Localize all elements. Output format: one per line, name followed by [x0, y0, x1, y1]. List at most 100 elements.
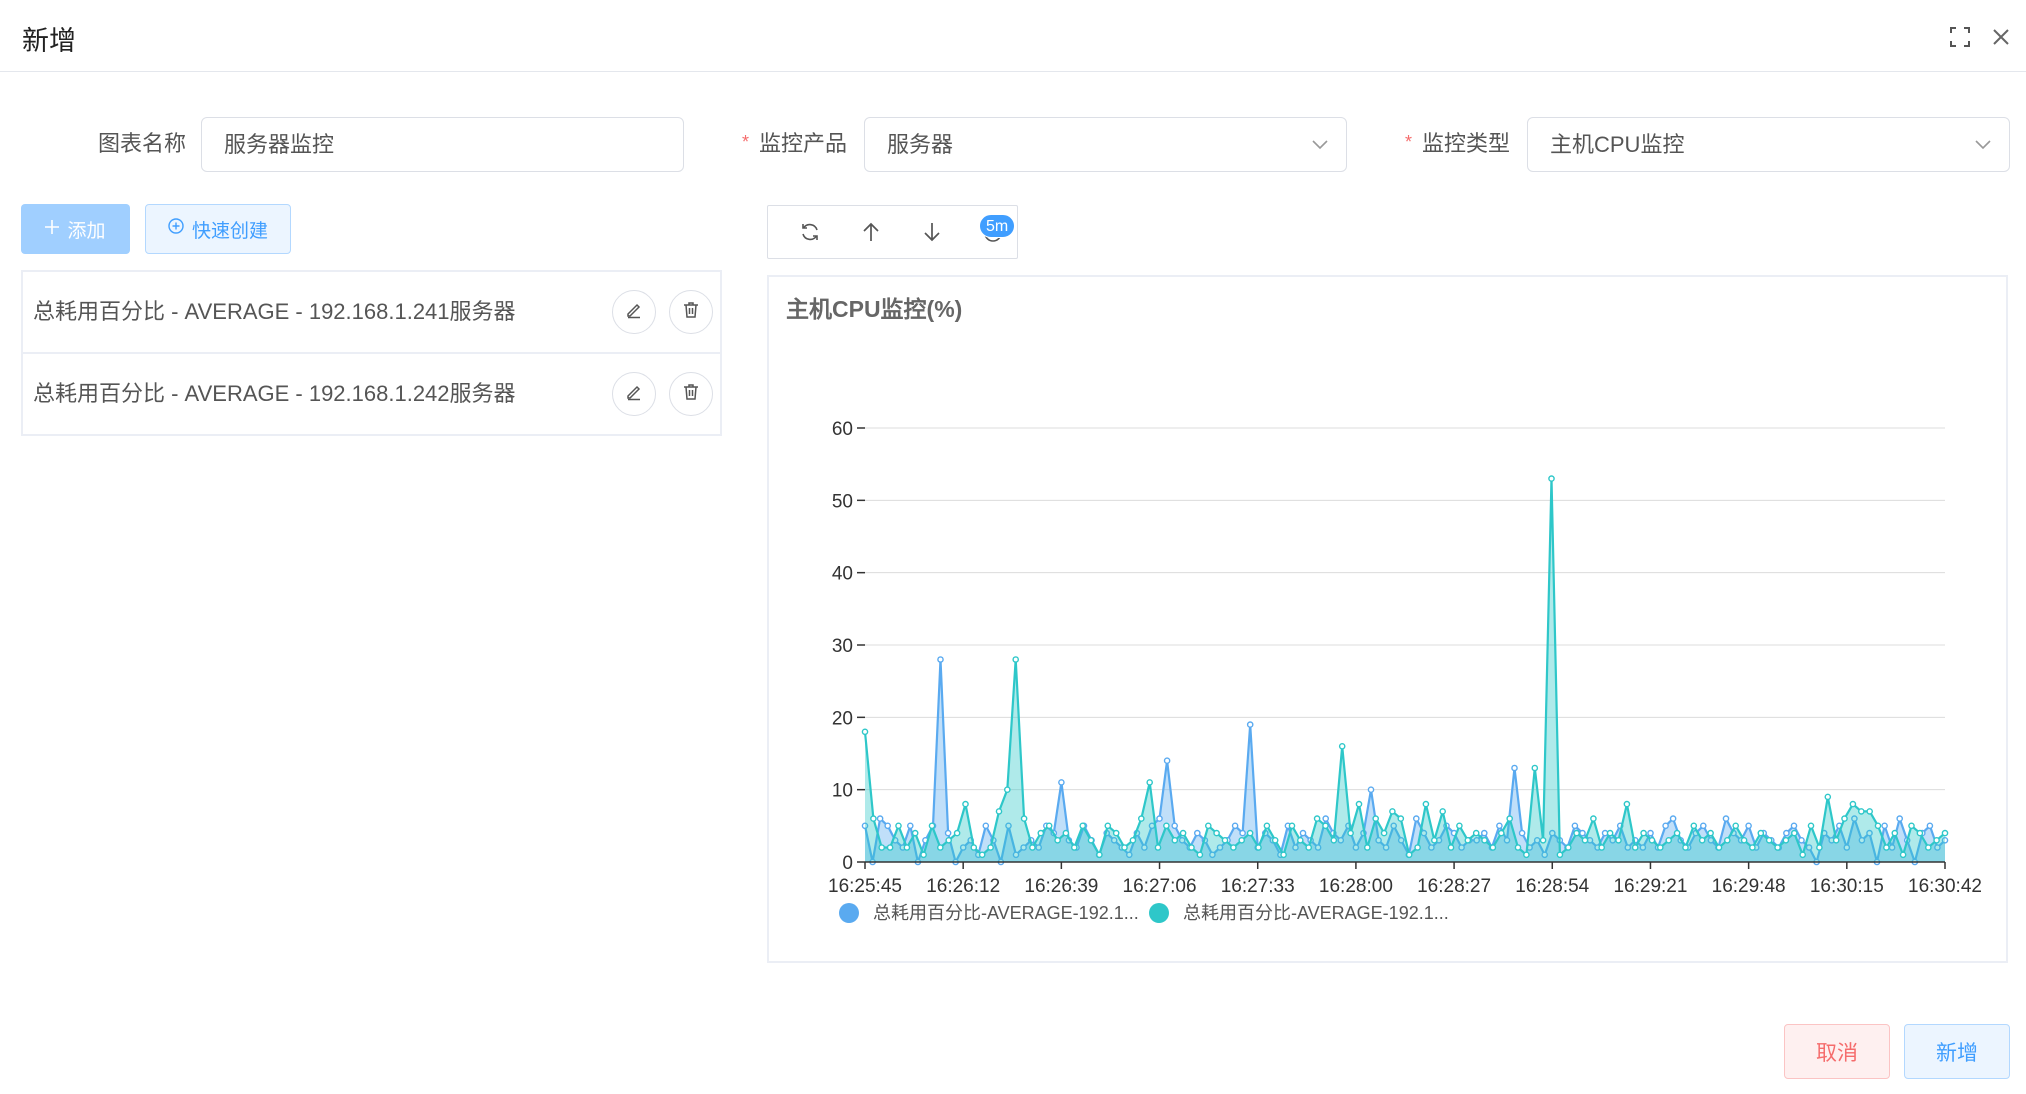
- data-point: [1330, 837, 1338, 844]
- x-tick-label: 16:25:45: [828, 876, 902, 897]
- cancel-button[interactable]: 取消: [1784, 1024, 1890, 1079]
- data-point: [1590, 815, 1597, 822]
- arrow-down-icon[interactable]: [906, 206, 958, 258]
- data-point: [1548, 475, 1555, 482]
- data-point: [1230, 844, 1237, 851]
- arrow-up-icon[interactable]: [845, 206, 897, 258]
- data-point: [1481, 829, 1488, 837]
- data-point: [1012, 656, 1019, 663]
- data-point: [1439, 808, 1447, 815]
- chart-name-value: 服务器监控: [224, 132, 335, 157]
- data-point: [884, 822, 891, 830]
- data-point: [1496, 822, 1503, 830]
- data-point: [1246, 829, 1254, 837]
- data-point: [1196, 851, 1204, 859]
- edit-button[interactable]: [612, 290, 656, 334]
- data-point: [1029, 844, 1036, 851]
- data-point: [1740, 837, 1748, 844]
- submit-button[interactable]: 新增: [1904, 1024, 2010, 1079]
- data-point: [1146, 779, 1154, 786]
- data-point: [1791, 829, 1798, 837]
- data-point: [1255, 844, 1262, 851]
- legend-label: 总耗用百分比-AVERAGE-192.1...: [873, 903, 1139, 923]
- data-point: [1883, 844, 1890, 851]
- x-tick-label: 16:30:42: [1908, 876, 1982, 897]
- data-point: [1171, 837, 1179, 844]
- x-tick-label: 16:28:00: [1319, 876, 1393, 897]
- x-tick-label: 16:27:33: [1221, 876, 1295, 897]
- data-point: [1899, 851, 1907, 859]
- data-point: [1413, 815, 1420, 822]
- data-point: [1364, 844, 1371, 851]
- data-point: [861, 728, 869, 736]
- add-chart-dialog: 新增 图表名称 服务器监控 * 监控产品 服务器 * 监控类型 主机CPU监控: [0, 0, 2026, 1094]
- dialog-title: 新增: [22, 26, 76, 56]
- delete-button[interactable]: [669, 372, 713, 416]
- plus-icon: [45, 218, 60, 240]
- data-point: [1112, 829, 1120, 837]
- x-tick-label: 16:28:54: [1515, 876, 1589, 897]
- edit-button[interactable]: [612, 372, 656, 416]
- data-point: [1896, 815, 1903, 822]
- data-point: [1511, 764, 1518, 772]
- refresh-icon[interactable]: [784, 206, 836, 258]
- list-item: 总耗用百分比 - AVERAGE - 192.168.1.242服务器: [23, 352, 720, 432]
- data-point: [1238, 837, 1246, 844]
- add-button[interactable]: 添加: [21, 204, 130, 254]
- chart-panel: 主机CPU监控(%) 0 10 20 30 40 50 60 16:25:45 16:26:12…: [767, 275, 2008, 963]
- data-point: [1037, 829, 1045, 837]
- data-point: [1397, 815, 1405, 822]
- data-point: [1305, 844, 1313, 851]
- data-point: [1193, 829, 1201, 837]
- data-point: [1765, 837, 1773, 844]
- data-point: [878, 844, 885, 851]
- data-point: [995, 808, 1003, 815]
- y-tick-label: 30: [832, 636, 853, 657]
- type-select[interactable]: 主机CPU监控: [1527, 117, 2010, 172]
- data-point: [928, 822, 936, 830]
- data-point: [1297, 837, 1304, 844]
- data-point: [1774, 844, 1781, 851]
- data-point: [903, 844, 911, 851]
- delete-button[interactable]: [669, 290, 713, 334]
- data-point: [1506, 815, 1514, 822]
- close-icon[interactable]: [1986, 22, 2016, 52]
- data-point: [1104, 822, 1112, 830]
- data-point: [1732, 822, 1740, 830]
- data-point: [1933, 837, 1940, 844]
- required-mark: *: [742, 132, 750, 152]
- data-point: [906, 822, 914, 830]
- data-point: [1623, 800, 1631, 808]
- data-point: [1665, 837, 1673, 844]
- type-select-value: 主机CPU监控: [1550, 132, 1685, 157]
- data-point: [1640, 829, 1647, 837]
- cpu-chart: 主机CPU监控(%) 0 10 20 30 40 50 60 16:25:45 16:26:12…: [786, 296, 1982, 923]
- data-point: [1724, 837, 1731, 844]
- data-point: [937, 656, 944, 663]
- data-point: [1422, 800, 1430, 808]
- data-point: [1163, 822, 1170, 830]
- data-point: [1798, 837, 1805, 844]
- product-select-value: 服务器: [887, 132, 954, 157]
- data-point: [1722, 815, 1730, 822]
- quick-create-button[interactable]: 快速创建: [145, 204, 291, 254]
- data-point: [1673, 829, 1681, 837]
- data-point: [1782, 837, 1790, 844]
- metric-label: 总耗用百分比 - AVERAGE - 192.168.1.242服务器: [33, 381, 516, 406]
- data-point: [1156, 815, 1163, 822]
- data-point: [1916, 829, 1924, 837]
- chart-name-input[interactable]: 服务器监控: [201, 117, 684, 172]
- data-point: [1355, 800, 1363, 808]
- x-tick-label: 16:30:15: [1810, 876, 1884, 897]
- chart-series: [861, 475, 1949, 866]
- fullscreen-icon[interactable]: [1945, 22, 1975, 52]
- legend-marker: [839, 903, 859, 923]
- data-point: [1531, 764, 1539, 772]
- data-point: [1239, 829, 1246, 837]
- data-point: [1179, 829, 1187, 837]
- data-point: [1700, 822, 1707, 830]
- data-point: [1841, 815, 1848, 822]
- type-label: * 监控类型: [1405, 117, 1510, 171]
- product-select[interactable]: 服务器: [864, 117, 1347, 172]
- data-point: [944, 829, 952, 837]
